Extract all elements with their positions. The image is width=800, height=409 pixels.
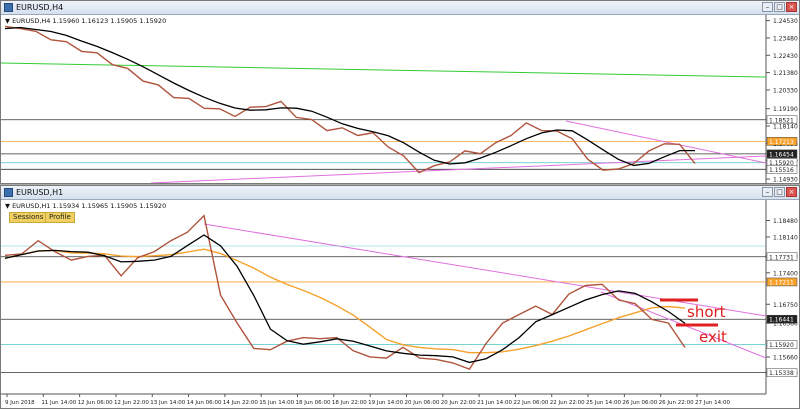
h4-level-tag-label: 1.16454 bbox=[769, 151, 794, 158]
h4-price-tick-label: 1.18140 bbox=[773, 124, 798, 131]
h1-time-tick-label: 9 Jun 2018 bbox=[5, 400, 35, 406]
minimize-button[interactable]: – bbox=[762, 2, 773, 12]
h1-chart-info: ▼ EURUSD,H1 1.15934 1.15965 1.15905 1.15… bbox=[5, 202, 166, 210]
h1-price-tick-label: 1.17400 bbox=[773, 270, 798, 277]
h1-price-tick-label: 1.15660 bbox=[773, 355, 798, 362]
h1-price-tick-label: 1.16750 bbox=[773, 302, 798, 309]
h4-chart-info: ▼ EURUSD,H4 1.15960 1.16123 1.15905 1.15… bbox=[5, 17, 166, 25]
h1-level-tag-label: 1.17731 bbox=[769, 254, 794, 261]
h1-time-tick-label: 12 Jun 06:00 bbox=[78, 400, 113, 406]
h1-time-tick-label: 11 Jun 14:00 bbox=[41, 400, 76, 406]
h1-time-tick-label: 14 Jun 22:00 bbox=[223, 400, 258, 406]
h1-window-title: EURUSD,H1 bbox=[16, 188, 64, 197]
h1-level-tag-label: 1.15920 bbox=[769, 342, 794, 349]
h4-window-title: EURUSD,H4 bbox=[16, 3, 64, 12]
h1-time-tick-label: 21 Jun 14:00 bbox=[477, 400, 512, 406]
h1-level-tag-label: 1.16441 bbox=[769, 317, 794, 324]
h1-time-tick-label: 15 Jun 14:00 bbox=[259, 400, 294, 406]
h1-time-tick-label: 27 Jun 14:00 bbox=[695, 400, 730, 406]
h1-time-tick-label: 20 Jun 22:00 bbox=[441, 400, 476, 406]
close-button[interactable]: × bbox=[786, 2, 797, 12]
h1-level-tag-label: 1.17211 bbox=[769, 279, 794, 286]
h1-time-tick-label: 22 Jun 22:00 bbox=[550, 400, 585, 406]
h4-level-tag-label: 1.17213 bbox=[769, 139, 794, 146]
h4-price-tick-label: 1.14930 bbox=[773, 177, 798, 184]
h4-level-tag-label: 1.15516 bbox=[769, 167, 794, 174]
minimize-button[interactable]: – bbox=[762, 187, 773, 197]
h1-title-bar[interactable]: EURUSD,H1 – □ × bbox=[1, 186, 799, 200]
h1-time-tick-label: 12 Jun 22:00 bbox=[114, 400, 149, 406]
chart-window-icon bbox=[4, 188, 13, 197]
h1-time-tick-label: 19 Jun 14:00 bbox=[368, 400, 403, 406]
h1-price-chart[interactable]: ▼ EURUSD,H1 1.15934 1.15965 1.15905 1.15… bbox=[1, 200, 799, 408]
h1-time-tick-label: 13 Jun 14:00 bbox=[150, 400, 185, 406]
h4-price-tick-label: 1.21380 bbox=[773, 70, 798, 77]
h1-time-tick-label: 25 Jun 14:00 bbox=[586, 400, 621, 406]
maximize-button[interactable]: □ bbox=[774, 187, 785, 197]
h4-chart-window[interactable]: EURUSD,H4 – □ × ▼ EURUSD,H4 1.15960 1.16… bbox=[0, 0, 800, 184]
h4-price-tick-label: 1.23480 bbox=[773, 35, 798, 42]
short-annotation: short bbox=[687, 303, 726, 321]
h4-price-tick-label: 1.22430 bbox=[773, 53, 798, 60]
sessions-button[interactable]: Sessions bbox=[9, 212, 48, 223]
h1-time-tick-label: 22 Jun 06:00 bbox=[513, 400, 548, 406]
h1-time-tick-label: 26 Jun 06:00 bbox=[622, 400, 657, 406]
h4-title-bar[interactable]: EURUSD,H4 – □ × bbox=[1, 1, 799, 15]
h1-chart-window[interactable]: EURUSD,H1 – □ × ▼ EURUSD,H1 1.15934 1.15… bbox=[0, 185, 800, 409]
h1-time-tick-label: 14 Jun 06:00 bbox=[187, 400, 222, 406]
h4-price-tick-label: 1.24530 bbox=[773, 18, 798, 25]
profile-button[interactable]: Profile bbox=[45, 212, 75, 223]
chart-window-icon bbox=[4, 3, 13, 12]
exit-annotation: exit bbox=[699, 328, 727, 346]
h1-time-tick-label: 18 Jun 22:00 bbox=[332, 400, 367, 406]
close-button[interactable]: × bbox=[786, 187, 797, 197]
h4-plot-area bbox=[1, 15, 766, 183]
h4-price-tick-label: 1.20330 bbox=[773, 87, 798, 94]
h1-level-tag-label: 1.15338 bbox=[769, 370, 794, 377]
h4-price-chart[interactable]: ▼ EURUSD,H4 1.15960 1.16123 1.15905 1.15… bbox=[1, 15, 799, 183]
h1-time-tick-label: 18 Jun 06:00 bbox=[296, 400, 331, 406]
h4-price-tick-label: 1.19190 bbox=[773, 106, 798, 113]
h1-price-tick-label: 1.18140 bbox=[773, 234, 798, 241]
h4-level-tag-label: 1.18521 bbox=[769, 117, 794, 124]
maximize-button[interactable]: □ bbox=[774, 2, 785, 12]
h1-time-tick-label: 20 Jun 06:00 bbox=[404, 400, 439, 406]
h1-time-tick-label: 26 Jun 22:00 bbox=[659, 400, 694, 406]
h1-price-tick-label: 1.18480 bbox=[773, 218, 798, 225]
